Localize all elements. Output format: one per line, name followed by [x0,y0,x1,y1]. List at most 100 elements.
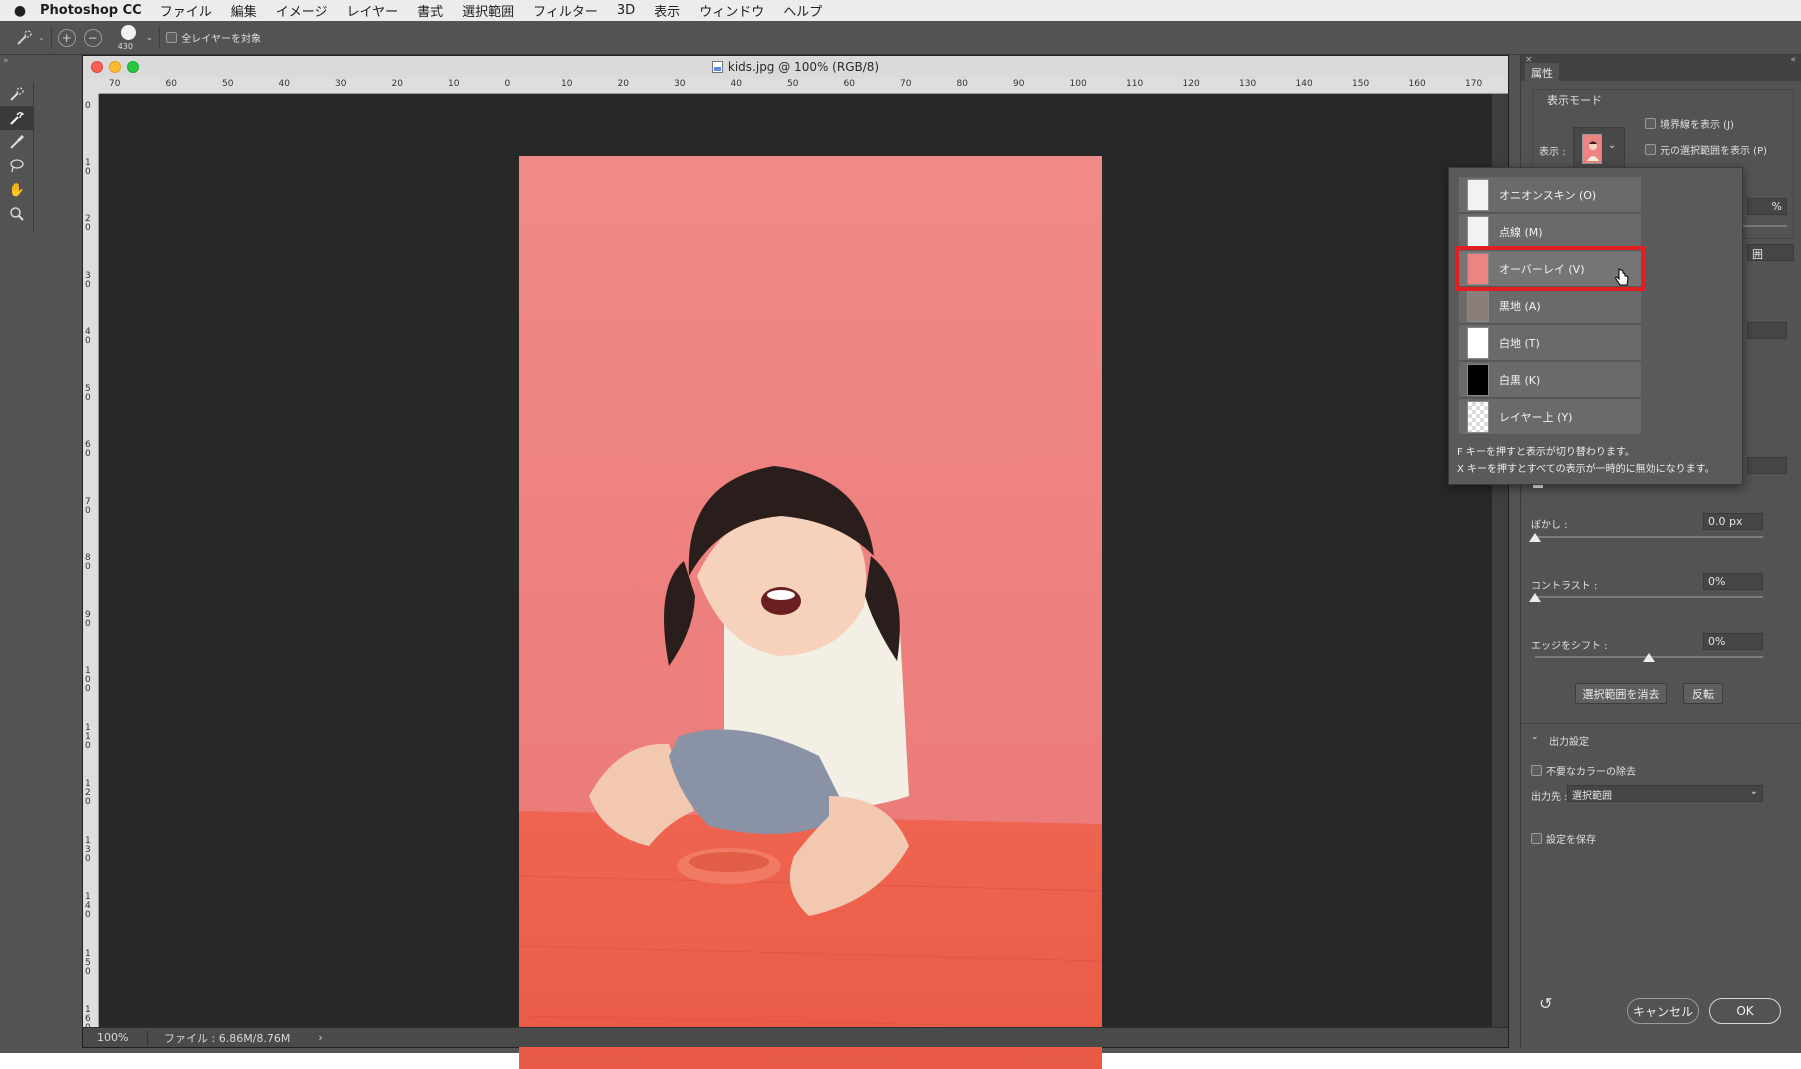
view-option-black-white[interactable]: 白黒 (K) [1459,362,1641,398]
brush-tip-icon [120,24,136,40]
menu-image[interactable]: イメージ [276,1,328,20]
remember-settings-checkbox[interactable] [1531,833,1542,844]
zoom-window-button[interactable] [127,61,139,73]
minimize-window-button[interactable] [109,61,121,73]
document-window: kids.jpg @ 100% (RGB/8) 70 60 50 40 30 20 10 0 1… [82,55,1509,1069]
subtract-from-selection-icon[interactable]: − [83,28,102,47]
ruler-tick-label: 90 [1013,79,1025,89]
menu-filter[interactable]: フィルター [533,1,598,20]
marching-ants-thumb [1467,215,1489,248]
ruler-tick-label: 70 [85,496,91,516]
black-white-thumb [1467,363,1489,396]
menu-type[interactable]: 書式 [417,1,443,20]
feather-slider-track[interactable] [1535,536,1763,538]
close-window-button[interactable] [91,61,103,73]
hidden-value-field[interactable] [1747,322,1787,339]
view-mode-picker[interactable]: ⌄ [1573,127,1625,171]
sample-all-layers-checkbox[interactable] [166,32,178,43]
quick-selection-preset-icon[interactable] [14,27,36,49]
brush-tool-icon[interactable] [0,130,34,154]
output-to-select[interactable]: 選択範囲 ⌄ [1567,785,1763,802]
menu-help[interactable]: ヘルプ [783,1,822,20]
ruler-tick-label: 0 [504,79,511,89]
quick-selection-tool-icon[interactable] [0,82,34,106]
cancel-button[interactable]: キャンセル [1627,998,1699,1024]
feather-slider-thumb[interactable] [1529,533,1541,542]
lasso-tool-icon[interactable] [0,154,34,178]
ruler-tick-label: 50 [222,79,234,89]
ruler-tick-label: 150 [85,948,91,977]
canvas-area[interactable] [99,94,1508,1069]
tools-collapse-icon[interactable]: » [3,56,9,66]
file-size-info: ファイル : 6.86M/8.76M [164,1031,291,1045]
shift-edge-field[interactable]: 0% [1703,633,1763,650]
output-to-chevron-icon: ⌄ [1749,786,1758,797]
refine-edge-brush-tool-icon[interactable] [0,106,34,130]
document-file-icon [711,61,723,73]
view-option-onion-skin[interactable]: オニオンスキン (O) [1459,177,1641,213]
contrast-slider-track[interactable] [1535,596,1763,598]
decontaminate-colors-checkbox[interactable] [1531,765,1542,776]
output-collapse-chevron-icon[interactable]: ⌄ [1531,732,1539,742]
zoom-level[interactable]: 100% [97,1031,147,1044]
dropdown-hint-f-key: F キーを押すと表示が切り替わります。 [1457,447,1635,458]
menu-edit[interactable]: 編集 [231,1,257,20]
view-option-label: 黒地 (A) [1499,299,1541,313]
ok-button[interactable]: OK [1709,998,1781,1024]
photo-canvas-overlay-view[interactable] [519,156,1102,1069]
add-to-selection-icon[interactable]: + [57,28,76,47]
show-edge-label: 境界線を表示 (J) [1660,120,1734,131]
ruler-tick-label: 40 [278,79,290,89]
hidden-value-field-2[interactable] [1747,457,1787,474]
contrast-field[interactable]: 0% [1703,573,1763,590]
ruler-tick-label: 70 [109,79,121,89]
show-edge-checkbox[interactable] [1645,118,1656,129]
view-option-label: 白地 (T) [1499,336,1540,350]
partial-select-field[interactable]: 囲 [1747,244,1794,261]
feather-field[interactable]: 0.0 px [1703,513,1763,530]
invert-button[interactable]: 反転 [1683,683,1723,704]
status-menu-arrow[interactable]: › [318,1031,322,1044]
ruler-tick-label: 120 [85,779,91,807]
view-option-label: 白黒 (K) [1499,373,1541,387]
view-label: 表示 : [1539,147,1566,158]
partial-percent-field[interactable]: % [1747,198,1787,215]
view-option-on-layers[interactable]: レイヤー上 (Y) [1459,399,1641,435]
menu-3d[interactable]: 3D [617,3,635,18]
document-title-bar[interactable]: kids.jpg @ 100% (RGB/8) [83,56,1508,78]
preset-chevron-icon[interactable]: ⌄ [38,33,45,42]
horizontal-ruler[interactable]: 70 60 50 40 30 20 10 0 10 20 30 40 50 60 70 80 90 100 110 1… [99,78,1508,94]
contrast-slider-thumb[interactable] [1529,593,1541,602]
clear-selection-button[interactable]: 選択範囲を消去 [1575,683,1667,704]
apple-menu-icon[interactable]: ● [0,3,40,19]
ruler-tick-label: 70 [900,79,912,89]
options-bar: ⌄ + − 430 ⌄ 全レイヤーを対象 [0,21,1801,55]
view-option-on-black[interactable]: 黒地 (A) [1459,288,1641,324]
show-original-checkbox[interactable] [1645,144,1656,155]
ruler-tick-label: 20 [391,79,403,89]
menu-layer[interactable]: レイヤー [346,1,398,20]
ruler-tick-label: 140 [85,892,91,920]
menu-app-name[interactable]: Photoshop CC [40,3,142,18]
brush-chevron-icon[interactable]: ⌄ [146,33,154,43]
view-option-label: オニオンスキン (O) [1499,188,1597,202]
view-option-on-white[interactable]: 白地 (T) [1459,325,1641,361]
show-original-label: 元の選択範囲を表示 (P) [1660,146,1768,157]
hand-tool-icon[interactable]: ✋ [0,178,34,202]
menu-window[interactable]: ウィンドウ [699,1,764,20]
menu-select[interactable]: 選択範囲 [462,1,514,20]
ruler-tick-label: 20 [617,79,629,89]
zoom-tool-icon[interactable] [0,202,34,226]
view-mode-chevron-icon[interactable]: ⌄ [1608,140,1616,151]
vertical-ruler[interactable]: 0 10 20 30 40 50 60 70 80 90 100 110 120 130 140 150 160 [83,94,99,1027]
ruler-origin[interactable] [83,78,99,94]
menu-file[interactable]: ファイル [160,1,212,20]
shift-edge-slider-thumb[interactable] [1643,653,1655,662]
tab-properties[interactable]: 属性 [1525,63,1559,81]
panel-collapse-icon[interactable]: « [1790,55,1796,65]
brush-size-picker[interactable]: 430 [114,23,144,53]
view-option-marching-ants[interactable]: 点線 (M) [1459,214,1641,250]
reset-icon[interactable]: ↺ [1539,994,1552,1013]
menu-view[interactable]: 表示 [654,1,680,20]
ruler-tick-label: 110 [85,722,91,751]
